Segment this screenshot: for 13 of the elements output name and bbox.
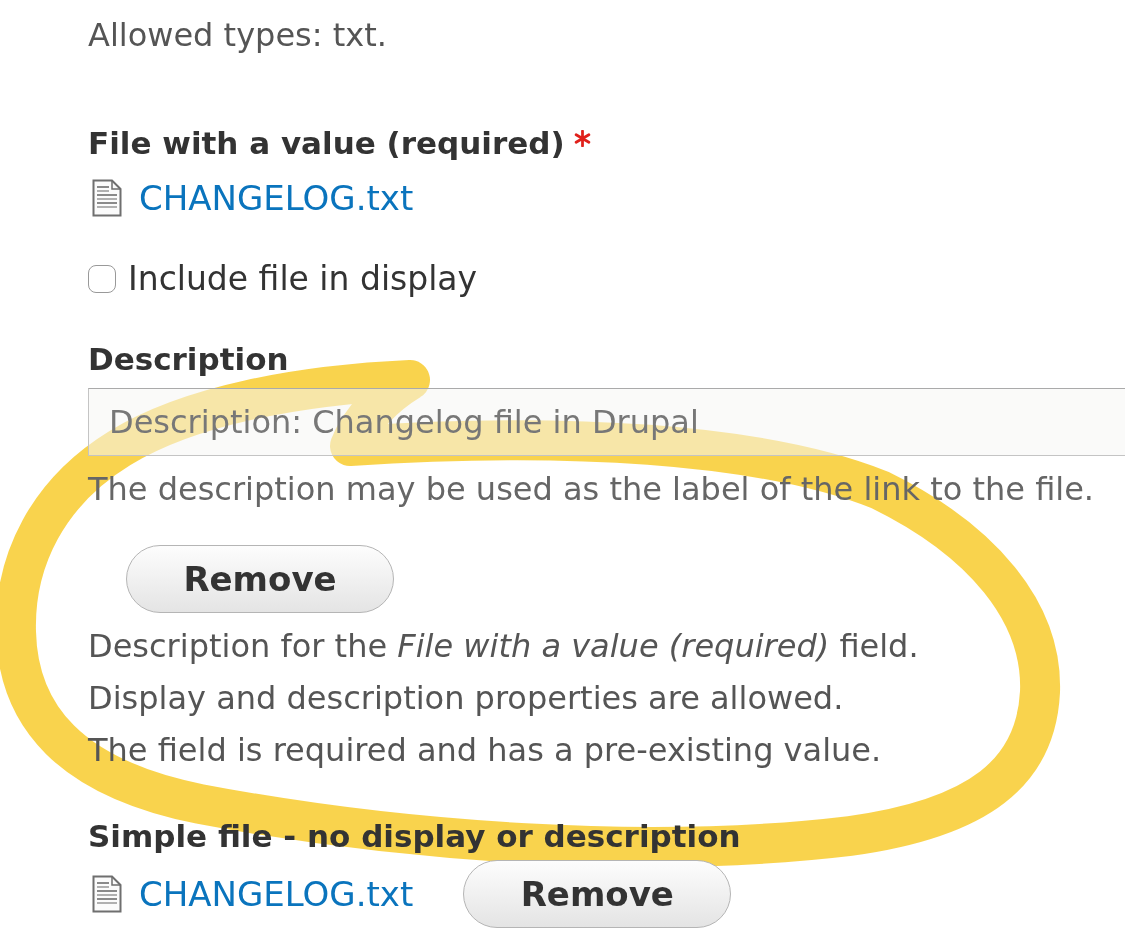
checkbox-label[interactable]: Include file in display — [128, 260, 478, 298]
description-label: Description — [88, 340, 290, 378]
field-label: File with a value (required) — [88, 124, 565, 162]
document-icon — [92, 179, 122, 217]
field-description-text: Display and description properties are allowed. — [88, 679, 845, 717]
display-checkbox[interactable] — [88, 265, 116, 293]
remove-button[interactable]: Remove — [463, 860, 732, 928]
allowed-types-text: Allowed types: txt. — [88, 16, 388, 54]
file-link[interactable]: CHANGELOG.txt — [139, 178, 414, 218]
remove-button[interactable]: Remove — [126, 545, 394, 613]
file-link[interactable]: CHANGELOG.txt — [139, 874, 414, 914]
document-icon — [92, 875, 122, 913]
field-description-text: Description for the File with a value (required) field. — [88, 627, 920, 665]
